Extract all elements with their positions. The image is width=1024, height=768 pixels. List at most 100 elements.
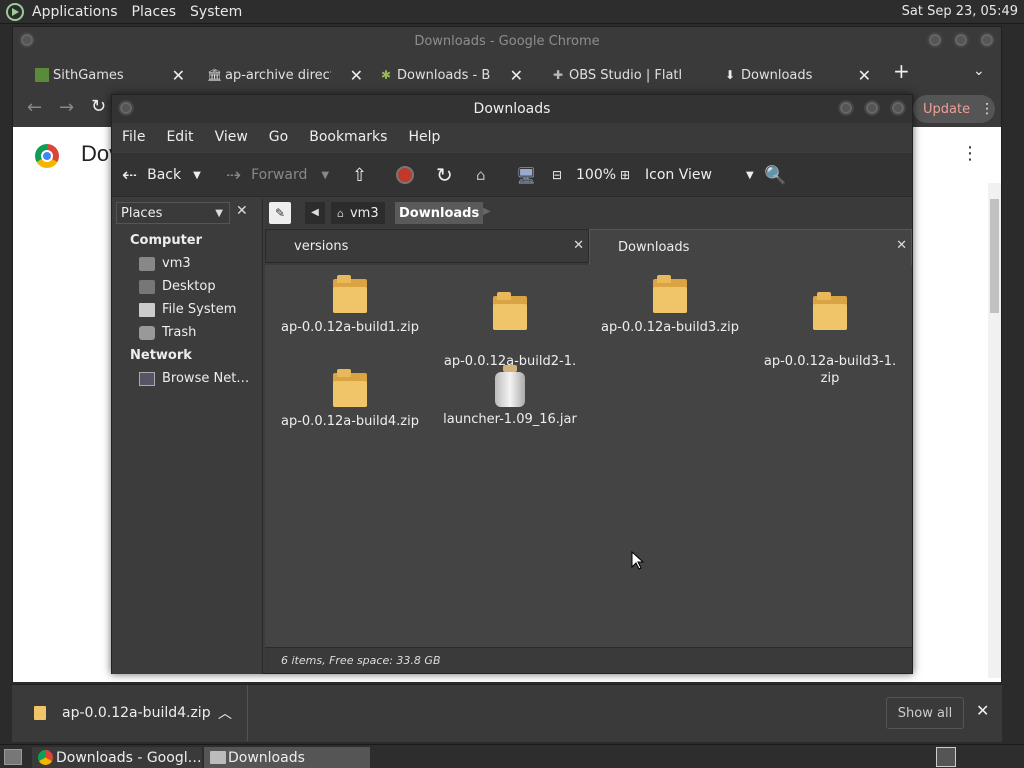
edit-location-icon[interactable]: ✎ bbox=[269, 202, 291, 224]
forward-arrow-icon: ⇢ bbox=[226, 164, 242, 186]
location-bar: ✎ ◀ ⌂ vm3 Downloads ▶ bbox=[265, 198, 912, 228]
stop-icon[interactable] bbox=[396, 166, 414, 184]
menu-file[interactable]: File bbox=[122, 129, 145, 145]
file-item[interactable]: launcher-1.09_16.jar bbox=[435, 365, 585, 428]
sidebar-item-vm3[interactable]: vm3 bbox=[162, 256, 191, 271]
forward-button[interactable]: ⇢ Forward ▼ bbox=[226, 163, 329, 187]
clock[interactable]: Sat Sep 23, 05:49 bbox=[902, 4, 1018, 19]
path-right-chevron-icon[interactable]: ▶ bbox=[483, 206, 491, 217]
tab-obs-studio[interactable]: ✚ OBS Studio | Flathu bbox=[547, 61, 717, 89]
path-button-vm3[interactable]: ⌂ vm3 bbox=[331, 202, 385, 224]
path-left-chevron-icon[interactable]: ◀ bbox=[305, 202, 325, 224]
update-button[interactable]: Update ⋮ bbox=[913, 95, 995, 123]
home-folder-icon bbox=[139, 257, 155, 271]
page-menu-icon[interactable]: ⋮ bbox=[961, 143, 979, 164]
view-mode-select[interactable]: Icon View ▼ bbox=[645, 163, 754, 187]
museum-icon: 🏛 bbox=[207, 68, 223, 82]
close-shelf-icon[interactable]: ✕ bbox=[976, 701, 989, 720]
tab-search-chevron-icon[interactable]: ⌄ bbox=[973, 63, 985, 79]
tab-versions[interactable]: versions ✕ bbox=[265, 229, 589, 263]
back-arrow-icon[interactable]: ← bbox=[27, 97, 42, 118]
maximize-icon[interactable] bbox=[953, 32, 969, 48]
sidebar-heading-network: Network bbox=[130, 348, 192, 363]
chevron-down-icon[interactable]: ▼ bbox=[321, 170, 329, 181]
forward-arrow-icon[interactable]: → bbox=[59, 97, 74, 118]
zoom-in-icon[interactable]: ⊞ bbox=[620, 163, 630, 187]
taskbar-item-chrome[interactable]: Downloads - Googl… bbox=[32, 747, 202, 768]
mate-logo-icon[interactable] bbox=[6, 2, 24, 21]
sidebar-item-browse-network[interactable]: Browse Net… bbox=[162, 371, 249, 386]
bottom-panel: Downloads - Googl… Downloads bbox=[0, 744, 1024, 768]
network-icon bbox=[139, 372, 155, 386]
tab-close-icon[interactable]: ✕ bbox=[350, 66, 363, 85]
zip-archive-icon bbox=[653, 275, 687, 313]
sidebar-item-filesystem[interactable]: File System bbox=[162, 302, 236, 317]
sidebar-item-desktop[interactable]: Desktop bbox=[162, 279, 216, 294]
back-arrow-icon: ⇠ bbox=[122, 164, 138, 186]
workspace-switcher[interactable] bbox=[936, 747, 956, 767]
jar-file-icon bbox=[495, 365, 525, 407]
tab-downloads-beta[interactable]: ✱ Downloads - Beta ✕ bbox=[375, 61, 527, 89]
page-scrollbar[interactable] bbox=[988, 183, 1001, 678]
taskbar-item-downloads[interactable]: Downloads bbox=[204, 747, 370, 768]
close-icon[interactable] bbox=[979, 32, 995, 48]
menu-view[interactable]: View bbox=[215, 129, 248, 145]
show-desktop-icon[interactable] bbox=[4, 749, 22, 765]
applications-menu[interactable]: Applications bbox=[32, 4, 118, 20]
sidebar-item-trash[interactable]: Trash bbox=[162, 325, 196, 340]
tab-close-icon[interactable]: ✕ bbox=[172, 66, 185, 85]
drive-icon bbox=[139, 303, 155, 317]
zip-archive-icon bbox=[34, 706, 46, 720]
zoom-out-icon[interactable]: ⊟ bbox=[552, 163, 562, 187]
file-item[interactable]: ap-0.0.12a-build3.zip bbox=[595, 275, 745, 336]
back-button[interactable]: ⇠ Back ▼ bbox=[122, 163, 201, 187]
home-folder-icon[interactable]: ⌂ bbox=[476, 163, 486, 187]
close-sidebar-icon[interactable]: ✕ bbox=[236, 203, 248, 219]
tab-close-icon[interactable]: ✕ bbox=[858, 66, 871, 85]
file-item[interactable]: ap-0.0.12a-build1.zip bbox=[275, 275, 425, 336]
computer-icon[interactable]: 🖥 bbox=[516, 163, 536, 187]
search-icon[interactable]: 🔍 bbox=[764, 163, 786, 187]
reload-icon[interactable]: ↻ bbox=[91, 96, 106, 117]
zip-archive-icon bbox=[493, 292, 527, 330]
download-item[interactable]: ap-0.0.12a-build4.zip ︿ bbox=[12, 685, 248, 741]
new-tab-icon[interactable]: + bbox=[893, 59, 910, 83]
reload-icon[interactable]: ↻ bbox=[436, 163, 453, 187]
menu-dots-icon[interactable]: ⋮ bbox=[980, 101, 994, 117]
puzzle-icon: ✚ bbox=[552, 68, 564, 82]
chrome-titlebar[interactable]: Downloads - Google Chrome bbox=[13, 27, 1001, 55]
close-icon[interactable] bbox=[890, 100, 906, 116]
path-button-downloads[interactable]: Downloads bbox=[395, 202, 484, 224]
file-icon-view: ap-0.0.12a-build1.zip ap-0.0.12a-build2-… bbox=[265, 265, 912, 647]
tab-close-icon[interactable]: ✕ bbox=[573, 238, 584, 253]
menu-edit[interactable]: Edit bbox=[166, 129, 193, 145]
window-menu-icon[interactable] bbox=[19, 32, 35, 48]
tab-close-icon[interactable]: ✕ bbox=[896, 238, 907, 253]
sidebar-selector[interactable]: Places ▼ bbox=[116, 202, 230, 224]
places-sidebar: Places ▼ ✕ Computer vm3 Desktop File Sys… bbox=[112, 198, 263, 674]
chevron-up-icon[interactable]: ︿ bbox=[218, 703, 232, 723]
menu-help[interactable]: Help bbox=[408, 129, 440, 145]
minimize-icon[interactable] bbox=[927, 32, 943, 48]
file-item[interactable]: ap-0.0.12a-build3-1. zip bbox=[755, 275, 905, 387]
maximize-icon[interactable] bbox=[864, 100, 880, 116]
tab-downloads[interactable]: Downloads ✕ bbox=[589, 229, 912, 265]
tab-close-icon[interactable]: ✕ bbox=[510, 66, 523, 85]
places-menu[interactable]: Places bbox=[132, 4, 177, 20]
tab-ap-archive[interactable]: 🏛 ap-archive director ✕ bbox=[203, 61, 367, 89]
up-arrow-icon[interactable]: ⇧ bbox=[352, 163, 367, 187]
chrome-logo-icon bbox=[35, 144, 59, 168]
menu-go[interactable]: Go bbox=[269, 129, 288, 145]
chevron-down-icon[interactable]: ▼ bbox=[193, 170, 201, 181]
system-menu[interactable]: System bbox=[190, 4, 242, 20]
home-folder-icon: ⌂ bbox=[337, 206, 344, 220]
window-menu-icon[interactable] bbox=[118, 100, 134, 116]
tab-sithgames[interactable]: SithGames ✕ bbox=[31, 61, 189, 89]
show-all-button[interactable]: Show all bbox=[886, 697, 964, 729]
file-item[interactable]: ap-0.0.12a-build4.zip bbox=[275, 369, 425, 430]
zip-archive-icon bbox=[813, 292, 847, 330]
minimize-icon[interactable] bbox=[838, 100, 854, 116]
menu-bookmarks[interactable]: Bookmarks bbox=[309, 129, 387, 145]
fm-titlebar[interactable]: Downloads bbox=[112, 95, 912, 123]
tab-downloads[interactable]: ⬇ Downloads ✕ bbox=[719, 61, 875, 89]
